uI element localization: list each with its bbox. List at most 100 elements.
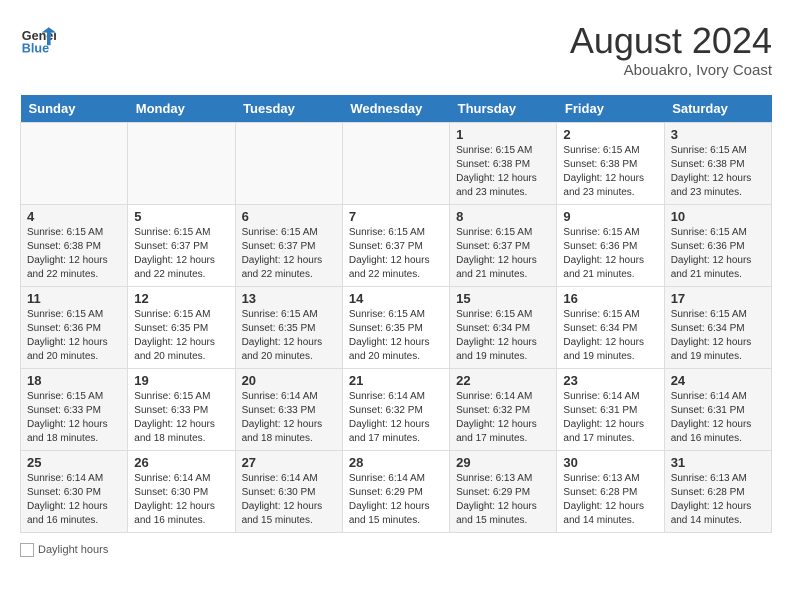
day-cell [21,123,128,205]
day-cell: 21 Sunrise: 6:14 AM Sunset: 6:32 PM Dayli… [342,369,449,451]
day-number: 28 [349,455,443,470]
day-info: Sunrise: 6:15 AM Sunset: 6:38 PM Dayligh… [671,144,765,200]
day-number: 4 [27,209,121,224]
day-number: 15 [456,291,550,306]
day-info: Sunrise: 6:14 AM Sunset: 6:31 PM Dayligh… [563,390,657,446]
day-number: 8 [456,209,550,224]
logo-icon: General Blue [20,20,56,56]
day-info: Sunrise: 6:14 AM Sunset: 6:32 PM Dayligh… [349,390,443,446]
day-cell: 14Sunrise: 6:15 AM Sunset: 6:35 PM Dayli… [342,287,449,369]
svg-text:Blue: Blue [22,41,49,55]
day-info: Sunrise: 6:13 AM Sunset: 6:29 PM Dayligh… [456,472,550,528]
day-info: Sunrise: 6:15 AM Sunset: 6:37 PM Dayligh… [456,226,550,282]
day-cell: 4Sunrise: 6:15 AM Sunset: 6:38 PM Daylig… [21,205,128,287]
day-cell: 13 Sunrise: 6:15 AM Sunset: 6:35 PM Dayli… [235,287,342,369]
day-number: 11 [27,291,121,306]
week-row-2: 4Sunrise: 6:15 AM Sunset: 6:38 PM Daylig… [21,205,772,287]
day-number: 21 [349,373,443,388]
day-cell: 17Sunrise: 6:15 AM Sunset: 6:34 PM Dayli… [664,287,771,369]
day-number: 31 [671,455,765,470]
title-block: August 2024 Abouakro, Ivory Coast [570,20,772,79]
day-number: 1 [456,127,550,142]
day-number: 6 [242,209,336,224]
day-info: Sunrise: 6:14 AM Sunset: 6:31 PM Dayligh… [671,390,765,446]
day-info: Sunrise: 6:14 AM Sunset: 6:32 PM Dayligh… [456,390,550,446]
day-number: 14 [349,291,443,306]
day-header-saturday: Saturday [664,95,771,123]
day-cell: 18 Sunrise: 6:15 AM Sunset: 6:33 PM Dayli… [21,369,128,451]
day-number: 24 [671,373,765,388]
day-info: Sunrise: 6:15 AM Sunset: 6:37 PM Dayligh… [242,226,336,282]
day-cell: 28 Sunrise: 6:14 AM Sunset: 6:29 PM Dayli… [342,451,449,533]
day-header-friday: Friday [557,95,664,123]
legend: Daylight hours [20,543,772,557]
legend-item-daylight: Daylight hours [20,543,108,557]
day-info: Sunrise: 6:15 AM Sunset: 6:34 PM Dayligh… [456,308,550,364]
day-cell: 3 Sunrise: 6:15 AM Sunset: 6:38 PM Daylig… [664,123,771,205]
day-number: 16 [563,291,657,306]
week-row-3: 11Sunrise: 6:15 AM Sunset: 6:36 PM Dayli… [21,287,772,369]
day-cell [342,123,449,205]
day-info: Sunrise: 6:14 AM Sunset: 6:29 PM Dayligh… [349,472,443,528]
day-number: 9 [563,209,657,224]
day-number: 5 [134,209,228,224]
day-info: Sunrise: 6:15 AM Sunset: 6:33 PM Dayligh… [134,390,228,446]
day-number: 18 [27,373,121,388]
day-number: 22 [456,373,550,388]
day-cell [235,123,342,205]
day-cell: 19 Sunrise: 6:15 AM Sunset: 6:33 PM Dayli… [128,369,235,451]
day-number: 12 [134,291,228,306]
day-number: 26 [134,455,228,470]
day-number: 7 [349,209,443,224]
day-cell: 11Sunrise: 6:15 AM Sunset: 6:36 PM Dayli… [21,287,128,369]
day-cell: 31 Sunrise: 6:13 AM Sunset: 6:28 PM Dayli… [664,451,771,533]
day-number: 27 [242,455,336,470]
day-number: 13 [242,291,336,306]
day-number: 29 [456,455,550,470]
day-cell: 24 Sunrise: 6:14 AM Sunset: 6:31 PM Dayli… [664,369,771,451]
day-cell: 2 Sunrise: 6:15 AM Sunset: 6:38 PM Daylig… [557,123,664,205]
day-header-tuesday: Tuesday [235,95,342,123]
day-info: Sunrise: 6:14 AM Sunset: 6:30 PM Dayligh… [134,472,228,528]
day-cell: 25 Sunrise: 6:14 AM Sunset: 6:30 PM Dayli… [21,451,128,533]
legend-daylight-label: Daylight hours [38,544,108,556]
day-cell: 1Sunrise: 6:15 AM Sunset: 6:38 PM Daylig… [450,123,557,205]
day-cell: 23 Sunrise: 6:14 AM Sunset: 6:31 PM Dayli… [557,369,664,451]
day-info: Sunrise: 6:15 AM Sunset: 6:36 PM Dayligh… [671,226,765,282]
week-row-5: 25 Sunrise: 6:14 AM Sunset: 6:30 PM Dayli… [21,451,772,533]
day-cell: 5Sunrise: 6:15 AM Sunset: 6:37 PM Daylig… [128,205,235,287]
location: Abouakro, Ivory Coast [570,62,772,79]
day-info: Sunrise: 6:15 AM Sunset: 6:36 PM Dayligh… [563,226,657,282]
day-number: 19 [134,373,228,388]
day-number: 23 [563,373,657,388]
day-info: Sunrise: 6:15 AM Sunset: 6:38 PM Dayligh… [563,144,657,200]
day-cell: 12 Sunrise: 6:15 AM Sunset: 6:35 PM Dayli… [128,287,235,369]
day-cell: 30Sunrise: 6:13 AM Sunset: 6:28 PM Dayli… [557,451,664,533]
week-row-4: 18 Sunrise: 6:15 AM Sunset: 6:33 PM Dayli… [21,369,772,451]
logo: General Blue [20,20,56,56]
day-cell: 10 Sunrise: 6:15 AM Sunset: 6:36 PM Dayli… [664,205,771,287]
day-cell: 9 Sunrise: 6:15 AM Sunset: 6:36 PM Daylig… [557,205,664,287]
day-header-monday: Monday [128,95,235,123]
day-number: 2 [563,127,657,142]
day-cell: 6 Sunrise: 6:15 AM Sunset: 6:37 PM Daylig… [235,205,342,287]
day-info: Sunrise: 6:15 AM Sunset: 6:35 PM Dayligh… [242,308,336,364]
day-info: Sunrise: 6:13 AM Sunset: 6:28 PM Dayligh… [563,472,657,528]
day-cell: 7Sunrise: 6:15 AM Sunset: 6:37 PM Daylig… [342,205,449,287]
day-cell: 27Sunrise: 6:14 AM Sunset: 6:30 PM Dayli… [235,451,342,533]
day-cell: 22 Sunrise: 6:14 AM Sunset: 6:32 PM Dayli… [450,369,557,451]
day-info: Sunrise: 6:15 AM Sunset: 6:33 PM Dayligh… [27,390,121,446]
day-number: 20 [242,373,336,388]
day-number: 25 [27,455,121,470]
calendar-table: SundayMondayTuesdayWednesdayThursdayFrid… [20,95,772,533]
day-cell: 15 Sunrise: 6:15 AM Sunset: 6:34 PM Dayli… [450,287,557,369]
day-info: Sunrise: 6:15 AM Sunset: 6:35 PM Dayligh… [134,308,228,364]
day-header-sunday: Sunday [21,95,128,123]
page-header: General Blue August 2024 Abouakro, Ivory… [20,20,772,79]
day-cell: 26 Sunrise: 6:14 AM Sunset: 6:30 PM Dayli… [128,451,235,533]
day-info: Sunrise: 6:14 AM Sunset: 6:30 PM Dayligh… [27,472,121,528]
day-number: 10 [671,209,765,224]
days-header-row: SundayMondayTuesdayWednesdayThursdayFrid… [21,95,772,123]
day-number: 3 [671,127,765,142]
day-info: Sunrise: 6:13 AM Sunset: 6:28 PM Dayligh… [671,472,765,528]
